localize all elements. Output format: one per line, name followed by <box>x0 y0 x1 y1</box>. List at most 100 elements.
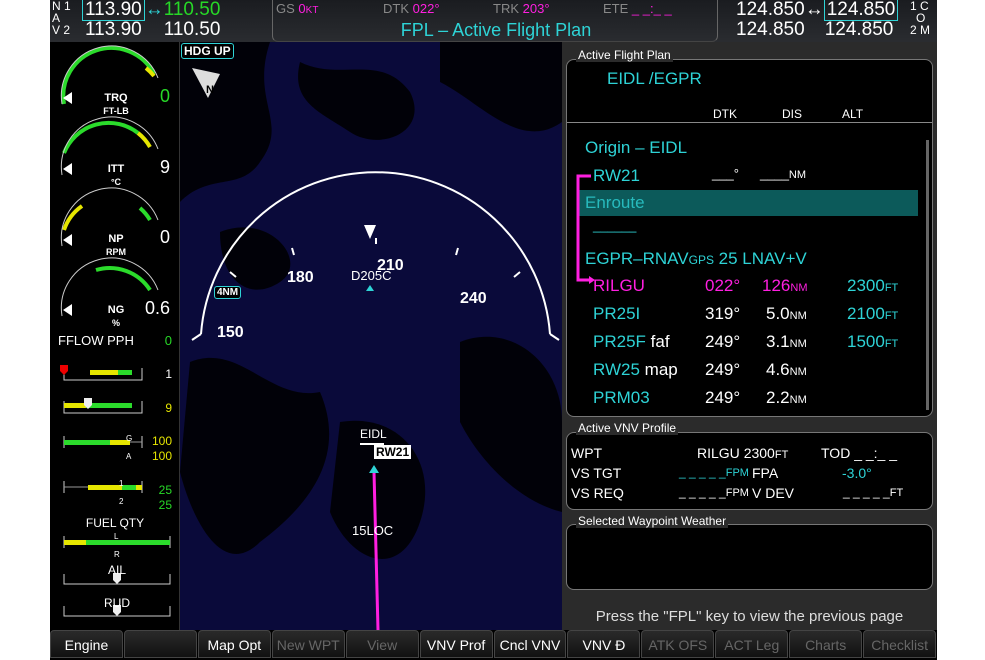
vnv-vdev-label: V DEV <box>752 485 795 501</box>
header-dis: DIS <box>782 107 803 121</box>
waypoint-15loc[interactable]: 15LOC <box>352 523 393 538</box>
bar4-value-1: 25 <box>158 483 172 497</box>
vnv-fpa-label: FPA <box>752 465 779 481</box>
softkey-blank[interactable] <box>123 630 197 658</box>
fpl-leg-prm03[interactable]: PRM03 <box>593 388 650 408</box>
fpl-scrollbar[interactable] <box>926 140 929 410</box>
fpl-leg-rw21[interactable]: RW21 <box>593 166 640 186</box>
fpl-rw21-unit: NM <box>788 169 807 181</box>
north-arrow-icon <box>192 68 220 98</box>
fpl-panel-title: Active Flight Plan <box>576 48 673 62</box>
com-swap-icon[interactable]: ↔ <box>805 0 824 20</box>
bar3-marker-g: G <box>126 434 133 443</box>
vnv-profile-panel: WPT RILGU 2300FT TOD _ _:_ _ VS TGT _ _ … <box>566 432 933 510</box>
weather-panel-title: Selected Waypoint Weather <box>576 514 729 528</box>
ete-value: _ _:_ _ <box>631 1 672 16</box>
nav1-active-freq[interactable]: 113.90 <box>82 0 145 21</box>
vnv-vs-tgt-label: VS TGT <box>571 465 622 481</box>
softkey-new-wpt[interactable]: New WPT <box>271 630 345 658</box>
bar4-marker-2: 2 <box>119 497 124 506</box>
top-bar: N 1AV 2 113.90 ↔110.50 113.90 110.50 GS 0K… <box>50 0 937 42</box>
nav2-standby-freq[interactable]: 110.50 <box>164 19 221 40</box>
fpl-origin-header[interactable]: Origin – EIDL <box>585 138 687 158</box>
active-flight-plan-panel: EIDL /EGPR DTK DIS ALT Origin – EIDL RW2… <box>566 59 933 417</box>
softkey-act-leg[interactable]: ACT Leg <box>715 630 789 658</box>
fpl-leg-dtk: 249° <box>705 332 741 351</box>
north-label: N <box>206 84 214 96</box>
softkey-view[interactable]: View <box>345 630 419 658</box>
nav2-active-freq[interactable]: 113.90 <box>85 19 142 40</box>
waypoint-weather-panel <box>566 524 933 590</box>
vnv-vs-tgt: _ _ _ _ _ <box>679 465 726 479</box>
moving-map[interactable]: HDG UP N 4NM 150 180 210 240 D205C EIDL … <box>180 42 562 630</box>
softkey-vnv-direct[interactable]: VNV Đ <box>567 630 641 658</box>
nav1-standby-freq[interactable]: 110.50 <box>164 0 221 20</box>
footer-message: Press the "FPL" key to view the previous… <box>595 608 904 625</box>
fpl-route: EIDL /EGPR <box>607 69 702 88</box>
compass-label-240: 240 <box>460 290 487 307</box>
nav-label: N 1AV 2 <box>52 0 71 37</box>
dtk-value: 022° <box>412 1 440 16</box>
com2-active-freq[interactable]: 124.850 <box>736 19 805 40</box>
map-range[interactable]: 4NM <box>214 286 242 299</box>
com2-standby-freq[interactable]: 124.850 <box>825 19 894 40</box>
bar2-value: 9 <box>165 401 172 415</box>
vnv-fpa: -3.0° <box>842 465 872 481</box>
bar4-marker-1: 1 <box>119 479 124 488</box>
com1-active-freq[interactable]: 124.850 <box>736 0 805 20</box>
vnv-wpt: RILGU <box>697 445 740 461</box>
heading-pointer <box>364 225 376 239</box>
softkey-vnv-prof[interactable]: VNV Prof <box>419 630 493 658</box>
softkey-atk-ofs[interactable]: ATK OFS <box>641 630 715 658</box>
bar3-marker-a: A <box>126 452 132 461</box>
fuel-qty-label: FUEL QTY <box>85 516 145 530</box>
fuel-marker-r: R <box>114 550 120 559</box>
fflow-label: FFLOW PPH <box>58 333 134 348</box>
softkey-engine[interactable]: Engine <box>50 630 123 658</box>
fpl-leg-pr25i[interactable]: PR25I <box>593 304 640 324</box>
fpl-approach-header[interactable]: EGPR–RNAVGPS 25 LNAV+V <box>585 249 807 269</box>
softkey-checklist[interactable]: Checklist <box>863 630 937 658</box>
vnv-wpt-alt: 2300 <box>743 445 775 461</box>
softkey-cncl-vnv[interactable]: Cncl VNV <box>493 630 567 658</box>
vnv-panel-title: Active VNV Profile <box>576 421 679 435</box>
fpl-rw21-dis: ____ <box>760 166 789 181</box>
dtk-label: DTK <box>383 1 409 16</box>
fpl-leg-pr25f[interactable]: PR25F faf <box>593 332 670 352</box>
np-value: 0 <box>159 227 170 247</box>
bar-4 <box>63 481 143 493</box>
fpl-leg-rw25[interactable]: RW25 map <box>593 360 678 380</box>
map-orientation-button[interactable]: HDG UP <box>181 43 234 59</box>
fpl-leg-rilgu[interactable]: RILGU <box>593 276 645 296</box>
softkey-charts[interactable]: Charts <box>789 630 863 658</box>
bar4-value-2: 25 <box>158 498 172 512</box>
engine-strip: TRQ FT-LB 0 ITT °C 9 NP RPM 0 NG % 0.6 F… <box>50 42 180 630</box>
compass-label-180: 180 <box>287 269 314 286</box>
header-alt: ALT <box>842 107 864 121</box>
gs-label: GS <box>276 1 295 16</box>
itt-value: 9 <box>159 157 170 177</box>
active-leg-bracket <box>576 174 595 284</box>
com1-standby-freq[interactable]: 124.850 <box>823 0 899 21</box>
waypoint-rw21[interactable]: RW21 <box>374 445 412 459</box>
bar-1 <box>60 365 143 381</box>
ng-value: 0.6 <box>144 298 170 318</box>
waypoint-d205c[interactable]: D205C <box>351 268 391 283</box>
fpl-enroute-row-selected[interactable]: Enroute <box>577 190 918 216</box>
fflow-value: 0 <box>164 333 172 348</box>
page-title: FPL – Active Flight Plan <box>400 20 592 40</box>
itt-unit: °C <box>110 177 122 187</box>
com-label: 1 CO2 M <box>910 0 931 37</box>
np-unit: RPM <box>106 247 126 257</box>
fpl-enroute-blank[interactable]: ______ <box>593 218 636 233</box>
nav-swap-icon[interactable]: ↔ <box>145 0 164 20</box>
fpl-leg-dtk: 249° <box>705 360 741 379</box>
waypoint-eidl[interactable]: EIDL <box>360 427 387 441</box>
bar-2 <box>63 398 143 414</box>
mfd-screen: N 1AV 2 113.90 ↔110.50 113.90 110.50 GS 0K… <box>50 0 937 660</box>
vnv-tod: _ _:_ _ <box>854 445 898 461</box>
flight-plan-pane: EIDL /EGPR DTK DIS ALT Origin – EIDL RW2… <box>562 42 937 630</box>
fpl-leg-dtk: 022° <box>705 276 741 295</box>
softkey-map-opt[interactable]: Map Opt <box>197 630 271 658</box>
ail-label: AIL <box>107 563 126 577</box>
